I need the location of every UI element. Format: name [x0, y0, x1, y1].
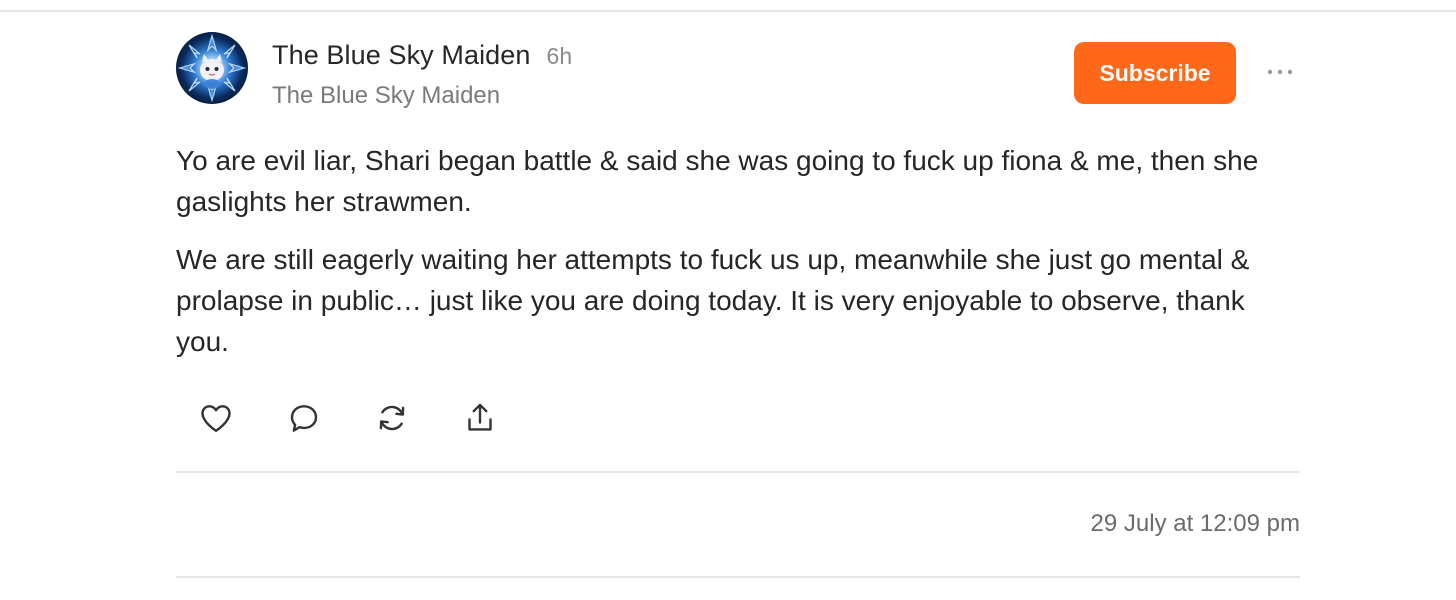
avatar[interactable]: [176, 32, 248, 104]
heart-icon: [201, 405, 231, 432]
post-timestamp: 29 July at 12:09 pm: [1090, 510, 1300, 537]
author-name[interactable]: The Blue Sky Maiden: [272, 40, 531, 70]
action-bar: [190, 398, 542, 438]
share-icon: [468, 403, 492, 431]
note-paragraph: We are still eagerly waiting her attempt…: [176, 244, 1250, 357]
subscribe-button[interactable]: Subscribe: [1074, 42, 1236, 104]
like-button[interactable]: [190, 398, 242, 438]
top-divider: [0, 10, 1456, 12]
relative-time: 6h: [546, 43, 573, 69]
actions-divider: [176, 471, 1300, 473]
restack-icon: [379, 405, 405, 431]
note-paragraph: Yo are evil liar, Shari began battle & s…: [176, 145, 1259, 217]
restack-button[interactable]: [366, 398, 418, 438]
comment-icon: [290, 405, 318, 432]
publication-name[interactable]: The Blue Sky Maiden: [272, 82, 500, 110]
avatar-art: [177, 33, 247, 103]
more-options-icon: [1267, 69, 1293, 75]
note-body: Yo are evil liar, Shari began battle & s…: [176, 140, 1300, 379]
more-options-button[interactable]: [1264, 60, 1296, 84]
comment-button[interactable]: [278, 398, 330, 438]
bottom-divider: [176, 576, 1300, 578]
author-line: The Blue Sky Maiden 6h: [272, 40, 572, 71]
share-button[interactable]: [454, 398, 506, 438]
